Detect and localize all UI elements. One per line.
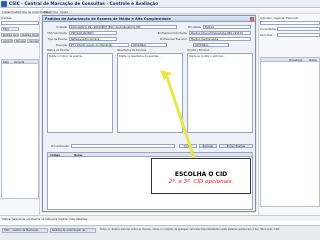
consultadas-select[interactable] [277,27,320,31]
taskbar-pedidos-button[interactable]: Pedidos de Autorização de... [50,228,96,233]
procedimento-label: Procedimento [51,145,69,148]
prof-solic-field[interactable]: Médico Clínico/Ortopedista CBO 225170 [189,31,251,35]
pedidos-pendentes-button[interactable]: Pedidos Pendentes [20,33,39,37]
left-panel: Unidade Filtro Pedidos Aprovados Pedidos… [0,15,40,215]
right-grid-header: Procedures Status [261,58,319,62]
exames-col-codigo: Código [50,153,61,157]
dialog-title: Pedidos de Autorização de Exames de Médi… [45,17,171,21]
resultado-label: Resultados de Exames [117,49,147,52]
cid-optional-1[interactable]: OPCIONAL [131,43,167,47]
left-grid-col-paciente: Paciente [14,60,25,64]
consultadas-label: Consultadas [260,28,276,31]
cancelados-button[interactable]: Cancelados [27,39,39,43]
taskbar-copyright: Todos os direitos autorais sobre as marc… [100,228,280,231]
arrow-icon [160,70,196,159]
left-grid-header: Data Paciente [2,60,38,64]
prof-solic-label: Profissional Solicitante [157,32,187,35]
filtro-button[interactable]: Filtro [1,27,19,31]
callout-title: ESCOLHA O CID [174,171,228,178]
right-panel: Autorizar / Agendar Execução Consultadas… [258,15,320,215]
taskbar-csic-button[interactable]: CSIC - Central de Marcação... [2,228,48,233]
left-grid-col-data: Data [3,60,9,64]
tipo-exame-label: Tipo de Exame [47,38,67,41]
unidade-label-dlg: Unidade [56,26,67,29]
unidade-field[interactable]: Ambulatório 09 - 9801PROT (Bloc da Ambul… [69,25,177,29]
autorizados-button[interactable]: Autorizados [1,39,13,43]
ocultar-label: Ocultar / Eliminar [187,49,210,52]
pacientes-select[interactable] [277,33,320,37]
doencas-label: Doenças [55,44,67,47]
cid-optional-2[interactable]: OPCIONAL [193,43,229,47]
left-unidade-field[interactable] [1,21,39,25]
close-icon[interactable]: × [250,17,254,21]
cns-label: CNS Solicitante [47,32,67,35]
status-exame-label: Status do Exame [47,49,70,52]
prioridade-label: Prioridade [187,26,201,29]
window-titlebar: CSIC - Central de Marcação de Consultas … [0,0,320,8]
cid-primary-field[interactable]: Z71 Infarto Agudo do Miocárdio [69,43,129,47]
excluir-exames-button[interactable]: Excluir Exames [219,144,253,148]
pedidos-aprovados-button[interactable]: Pedidos Aprovados [1,33,19,37]
callout-subtitle: 2º. e 3º. CID opcionais. [168,179,234,185]
right-header: Autorizar / Agendar Execução [260,17,299,20]
app-icon [1,1,7,7]
exames-grid-header: Código Nome [48,153,252,157]
tutorial-callout: ESCOLHA O CID 2º. e 3º. CID opcionais. [151,158,251,194]
menu-relatorios[interactable]: Relatórios [44,10,58,14]
dialog-titlebar: Pedidos de Autorização de Exames de Médi… [43,16,255,22]
motivo-textarea[interactable]: Digite o motivo de exame... [47,53,113,133]
unidade-label: Unidade [1,17,12,20]
taskbar: CSIC - Central de Marcação... Pedidos de… [0,225,320,240]
statusbar: Status: Selecionar um Exame na lista par… [0,215,320,221]
remover-button[interactable]: Remover [199,144,217,148]
prof-exec-field[interactable]: Médico Cardiologista [189,37,251,41]
prof-exec-label: Profissional Executor [160,38,187,41]
menu-ajuda[interactable]: Ajuda [60,10,68,14]
prioridade-select[interactable]: Eletiva [203,25,251,29]
cns-field[interactable]: PSF SAO JACINTO [69,31,117,35]
exames-col-nome: Nome [74,153,83,157]
menubar: Cadastros Pedidos de Autorização Relatór… [0,9,320,14]
status-text: Status: Selecionar um Exame na lista par… [2,217,89,221]
right-grid[interactable]: Procedures Status [260,57,320,207]
right-grid-col-procedures: Procedures [289,58,303,62]
right-grid-col-status: Status [309,58,317,62]
menu-cadastros[interactable]: Cadastros [2,10,16,14]
pacientes-label: Pacientes [260,34,273,37]
window-title: CSIC - Central de Marcação de Consultas … [9,1,158,6]
recusados-button[interactable]: Recusados [14,39,26,43]
right-search-field[interactable] [260,21,320,25]
left-grid[interactable]: Data Paciente [1,59,39,199]
tipo-exame-select[interactable]: Reflexivos/Econômica [69,37,117,41]
